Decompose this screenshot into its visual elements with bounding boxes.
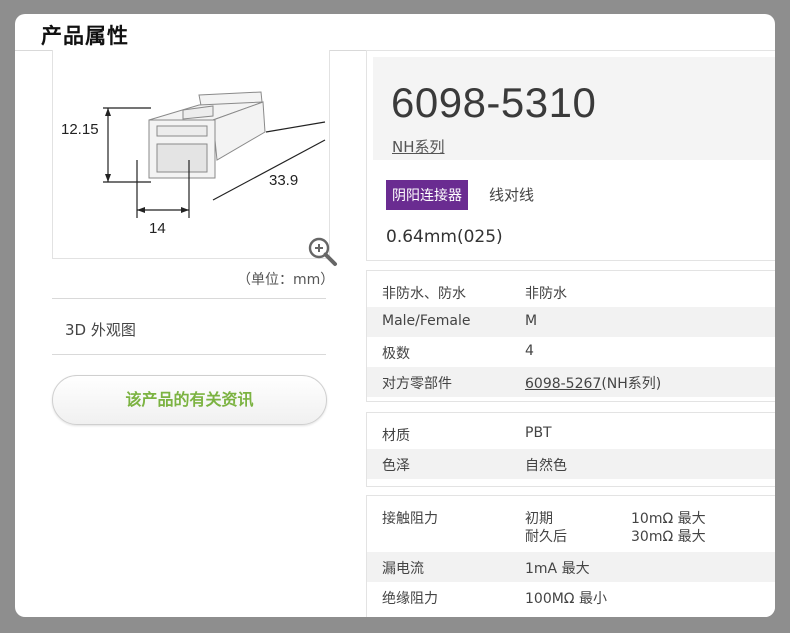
mating-part-link[interactable]: 6098-5267 [525, 376, 601, 392]
spec-key: 漏电流 [382, 561, 424, 577]
mating-part-value: 6098-5267(NH系列) [525, 373, 661, 393]
page-title: 产品属性 [41, 24, 129, 48]
spec-condition: 初期 [525, 511, 553, 527]
spec-value: 100MΩ 最小 [525, 591, 607, 607]
spec-value: 4 [525, 343, 534, 359]
spec-key: 材质 [382, 428, 410, 444]
table-row: 极数 4 [367, 337, 775, 367]
part-number: 6098-5310 [391, 79, 597, 126]
divider [52, 354, 326, 355]
mating-part-series: (NH系列) [601, 376, 662, 392]
table-row: 对方零部件 6098-5267(NH系列) [367, 367, 775, 397]
spec-key: 对方零部件 [382, 376, 452, 392]
product-info-button[interactable]: 该产品的有关资讯 [52, 375, 327, 425]
table-row: 非防水、防水 非防水 [367, 277, 775, 307]
spec-table-material: 材质 PBT 色泽 自然色 [366, 412, 775, 487]
spec-value: M [525, 313, 538, 329]
table-row: 色泽 自然色 [367, 449, 775, 479]
card-header: 产品属性 [15, 14, 775, 51]
connector-type-tag: 阴阳连接器 [386, 180, 468, 210]
spec-key: 绝缘阻力 [382, 591, 438, 607]
pitch-value: 0.64mm(025) [386, 227, 503, 247]
view-3d-link[interactable]: 3D 外观图 [65, 319, 136, 340]
product-summary-panel: 6098-5310 NH系列 阴阳连接器 线对线 0.64mm(025) [366, 50, 775, 261]
part-number-banner: 6098-5310 NH系列 [373, 57, 775, 160]
connector-drawing [103, 91, 326, 218]
table-row: Male/Female M [367, 307, 775, 337]
spec-value: 1mA 最大 [525, 561, 590, 577]
unit-note: （单位：mm） [237, 272, 335, 288]
table-row: 绝缘阻力 100MΩ 最小 [367, 582, 775, 612]
spec-value: 10mΩ 最大 [631, 511, 706, 527]
product-image[interactable]: 12.15 33.9 14 [52, 50, 337, 266]
spec-value: 30mΩ 最大 [631, 529, 706, 545]
spec-key: Male/Female [382, 313, 471, 329]
divider [52, 298, 326, 299]
spec-condition: 耐久后 [525, 529, 567, 545]
connector-type-desc: 线对线 [489, 186, 535, 204]
spec-key: 色泽 [382, 458, 410, 474]
spec-value: 非防水 [525, 286, 567, 302]
spec-value: PBT [525, 425, 552, 441]
height-dimension: 12.15 [61, 121, 99, 138]
length-dimension: 33.9 [269, 172, 299, 189]
product-attributes-card: 产品属性 12.15 33.9 14 （单位：mm） 3D 外观图 该产品的有关… [15, 14, 775, 617]
spec-value: 自然色 [525, 458, 567, 474]
spec-table-general: 非防水、防水 非防水 Male/Female M 极数 4 对方零部件 6098… [366, 270, 775, 402]
table-row: 接触阻力 初期 10mΩ 最大 耐久后 30mΩ 最大 [367, 502, 775, 550]
series-link[interactable]: NH系列 [392, 136, 445, 157]
table-row: 材质 PBT [367, 419, 775, 449]
width-dimension: 14 [149, 220, 166, 237]
spec-key: 极数 [382, 346, 410, 362]
spec-key: 非防水、防水 [382, 286, 466, 302]
spec-key: 接触阻力 [382, 511, 438, 527]
spec-table-electrical: 接触阻力 初期 10mΩ 最大 耐久后 30mΩ 最大 漏电流 1mA 最大 绝… [366, 495, 775, 617]
zoom-in-icon[interactable] [307, 236, 339, 268]
table-row: 漏电流 1mA 最大 [367, 552, 775, 582]
